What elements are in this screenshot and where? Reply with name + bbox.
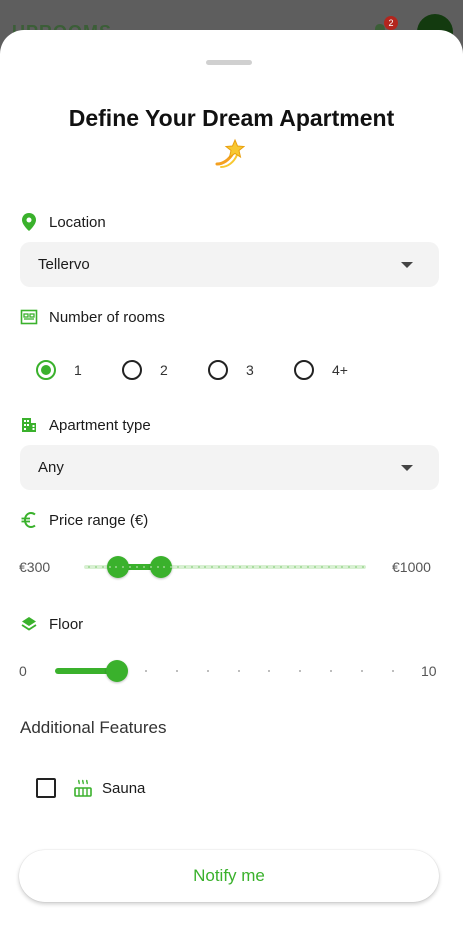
floor-step-dot xyxy=(237,670,240,672)
price-track-tick xyxy=(320,566,323,568)
floor-step-dot xyxy=(144,670,147,672)
price-track-tick xyxy=(272,566,275,568)
apartment-type-dropdown[interactable]: Any xyxy=(20,445,439,490)
sauna-checkbox[interactable] xyxy=(36,778,56,798)
notification-badge: 2 xyxy=(384,16,398,30)
floor-thumb[interactable] xyxy=(105,660,128,682)
feature-sauna-row[interactable]: Sauna xyxy=(36,776,145,800)
apartment-type-label-row: Apartment type xyxy=(20,414,151,436)
rooms-radio-group: 1 2 3 4+ xyxy=(36,358,436,382)
floor-step-dot xyxy=(330,670,333,672)
sauna-label: Sauna xyxy=(102,779,146,797)
floor-label: Floor xyxy=(49,615,84,633)
radio-circle xyxy=(208,360,228,380)
price-track-tick xyxy=(149,566,152,568)
apartment-building-icon xyxy=(20,416,38,434)
additional-features-title: Additional Features xyxy=(20,718,167,737)
price-max-label: €1000 xyxy=(392,559,431,575)
location-dropdown[interactable]: Tellervo xyxy=(20,242,439,287)
floor-step-dot xyxy=(299,670,302,672)
price-track-tick xyxy=(225,566,227,568)
euro-icon xyxy=(20,511,38,529)
rooms-option-2[interactable]: 2 xyxy=(122,358,168,382)
price-label-row: Price range (€) xyxy=(20,509,148,531)
price-track-tick xyxy=(94,566,97,568)
sauna-icon xyxy=(74,779,92,797)
floor-label-row: Floor xyxy=(20,613,83,635)
apartment-type-label: Apartment type xyxy=(49,416,151,434)
rooms-option-3[interactable]: 3 xyxy=(208,358,254,382)
rooms-label-row: Number of rooms xyxy=(20,306,165,328)
price-track-tick xyxy=(142,566,145,568)
rooms-label: Number of rooms xyxy=(49,308,165,326)
floor-step-dot xyxy=(361,670,364,672)
price-track-tick xyxy=(362,566,364,568)
price-track-tick xyxy=(231,566,234,568)
price-track-tick xyxy=(88,566,90,568)
notify-me-button[interactable]: Notify me xyxy=(19,850,439,902)
price-track-tick xyxy=(245,566,248,568)
price-range-slider[interactable] xyxy=(84,556,366,578)
radio-circle xyxy=(36,360,56,380)
dizzy-star-emoji-icon xyxy=(215,138,245,168)
bed-icon xyxy=(20,308,38,326)
price-track-tick xyxy=(156,566,159,568)
floor-step-dot xyxy=(268,670,271,672)
floor-step-dot xyxy=(175,670,178,672)
drag-handle[interactable] xyxy=(206,60,252,65)
rooms-option-1[interactable]: 1 xyxy=(36,358,82,382)
floor-max-label: 10 xyxy=(421,663,437,679)
rooms-option-label: 1 xyxy=(74,362,82,378)
price-track-tick xyxy=(293,566,296,568)
radio-circle xyxy=(122,360,142,380)
floor-step-dot xyxy=(392,670,394,672)
price-track-tick xyxy=(197,566,200,568)
price-track-tick xyxy=(183,566,186,568)
price-max-thumb[interactable] xyxy=(149,556,172,578)
price-track-tick xyxy=(286,566,289,568)
rooms-option-label: 2 xyxy=(160,362,168,378)
rooms-option-4plus[interactable]: 4+ xyxy=(294,358,348,382)
location-label-row: Location xyxy=(20,211,106,233)
price-track-tick xyxy=(327,566,330,568)
apartment-type-value: Any xyxy=(38,459,64,476)
location-value: Tellervo xyxy=(38,256,90,273)
price-track-tick xyxy=(238,566,241,568)
layers-icon xyxy=(20,615,38,633)
price-track-tick xyxy=(279,566,282,568)
floor-min-label: 0 xyxy=(19,663,27,679)
price-track-tick xyxy=(190,566,193,568)
sheet-title: Define Your Dream Apartment xyxy=(68,105,395,131)
price-min-label: €300 xyxy=(19,559,51,575)
location-pin-icon xyxy=(20,213,38,231)
dropdown-arrow-icon xyxy=(401,465,413,471)
location-label: Location xyxy=(49,213,106,231)
rooms-option-label: 4+ xyxy=(332,362,348,378)
price-track-tick xyxy=(108,566,111,568)
price-track-tick xyxy=(135,566,138,568)
price-track-tick xyxy=(101,566,104,568)
filter-sheet: Define Your Dream Apartment Location Tel… xyxy=(0,30,463,943)
price-label: Price range (€) xyxy=(49,511,149,529)
radio-circle xyxy=(294,360,314,380)
dropdown-arrow-icon xyxy=(401,262,413,268)
price-track-tick xyxy=(334,566,337,568)
floor-step-dot xyxy=(206,670,209,672)
floor-slider[interactable] xyxy=(55,660,394,682)
rooms-option-label: 3 xyxy=(246,362,254,378)
